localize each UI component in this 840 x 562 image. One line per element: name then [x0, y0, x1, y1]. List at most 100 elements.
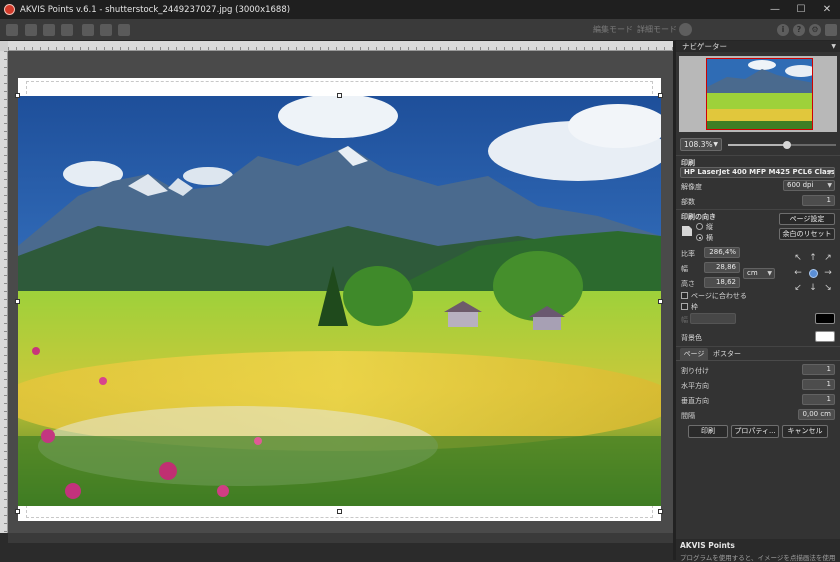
resize-handle[interactable] — [337, 93, 342, 98]
fit-to-page-checkbox[interactable] — [681, 292, 688, 299]
orientation-label: 印刷の向き — [681, 213, 716, 221]
print-icon[interactable] — [61, 24, 73, 36]
help-icon[interactable]: ? — [793, 24, 805, 36]
tab-poster[interactable]: ポスター — [710, 348, 744, 360]
toolbar: 編集モード 詳細モード i ? ⚙ — [0, 19, 840, 41]
zoom-value: 108.3% — [684, 140, 713, 149]
settings-icon[interactable]: ⚙ — [809, 24, 821, 36]
arrow-left-icon[interactable]: ← — [792, 267, 804, 279]
resize-handle[interactable] — [15, 299, 20, 304]
ruler-horizontal — [8, 41, 673, 51]
landscape-label: 横 — [706, 234, 713, 242]
width-field[interactable]: 28,86 — [704, 262, 740, 273]
preview-page — [15, 78, 663, 521]
arrow-up-icon[interactable]: ↑ — [807, 252, 819, 264]
publish-icon[interactable] — [43, 24, 55, 36]
height-field[interactable]: 18,62 — [704, 277, 740, 288]
frame-label: 枠 — [691, 303, 698, 311]
navigator-header: ナビゲーター ▼ — [676, 41, 840, 52]
copies-label: 部数 — [681, 198, 695, 206]
share-icon[interactable] — [118, 24, 130, 36]
horizontal-scrollbar[interactable] — [8, 533, 673, 543]
after-icon[interactable] — [100, 24, 112, 36]
resize-handle[interactable] — [15, 509, 20, 514]
zoom-slider-fill — [728, 144, 788, 146]
zoom-slider-handle[interactable] — [783, 141, 792, 149]
info-panel: AKVIS Points プログラムを使用すると、イメージを点描画法を使用して.… — [676, 539, 840, 562]
zoom-field[interactable]: 108.3% ▼ — [680, 138, 722, 151]
page-setup-button[interactable]: ページ設定 — [779, 213, 835, 225]
divider — [676, 155, 840, 156]
horizontal-field[interactable]: 1 — [802, 379, 835, 390]
spacing-field[interactable]: 0,00 cm — [798, 409, 835, 420]
maximize-button[interactable]: ☐ — [788, 0, 814, 19]
close-button[interactable]: ✕ — [814, 0, 840, 19]
portrait-radio[interactable] — [696, 223, 703, 230]
zoom-dropdown-icon[interactable]: ▼ — [713, 139, 718, 150]
frame-width-field — [690, 313, 736, 324]
landscape-radio[interactable] — [696, 234, 703, 241]
frame-checkbox[interactable] — [681, 303, 688, 310]
portrait-label: 縦 — [706, 223, 713, 231]
background-color-label: 背景色 — [681, 334, 702, 342]
resize-handle[interactable] — [337, 509, 342, 514]
ratio-label: 比率 — [681, 250, 695, 258]
chevron-down-icon: ▼ — [767, 270, 772, 277]
minimize-button[interactable]: — — [762, 0, 788, 19]
resolution-value: 600 dpi — [787, 181, 814, 189]
chevron-down-icon: ▼ — [827, 169, 832, 176]
preview-image[interactable] — [18, 96, 661, 506]
arrow-up-left-icon[interactable]: ↖ — [792, 252, 804, 264]
arrow-down-right-icon[interactable]: ↘ — [822, 282, 834, 294]
info-title: AKVIS Points — [680, 541, 735, 550]
open-icon[interactable] — [6, 24, 18, 36]
resize-handle[interactable] — [658, 299, 663, 304]
copies-field[interactable]: 1 — [802, 195, 835, 206]
info-icon[interactable]: i — [777, 24, 789, 36]
resize-handle[interactable] — [658, 509, 663, 514]
vertical-label: 垂直方向 — [681, 397, 709, 405]
vertical-field[interactable]: 1 — [802, 394, 835, 405]
resize-handle[interactable] — [15, 93, 20, 98]
mode-edit-button[interactable]: 編集モード — [593, 23, 633, 37]
save-icon[interactable] — [25, 24, 37, 36]
arrow-down-left-icon[interactable]: ↙ — [792, 282, 804, 294]
window-title: AKVIS Points v.6.1 - shutterstock_244923… — [20, 4, 291, 15]
unit-value: cm — [747, 269, 758, 277]
tab-underline — [676, 360, 840, 361]
settings-panel: ナビゲーター ▼ 108.3% ▼ 印刷 HP LaserJet 400 MFP… — [676, 41, 840, 562]
resolution-select[interactable]: 600 dpi ▼ — [783, 180, 835, 191]
print-preview-area[interactable] — [8, 51, 673, 533]
before-icon[interactable] — [82, 24, 94, 36]
arrow-right-icon[interactable]: → — [822, 267, 834, 279]
arrow-down-icon[interactable]: ↓ — [807, 282, 819, 294]
thumbnail-image — [707, 59, 812, 129]
frame-color-swatch[interactable] — [815, 313, 835, 324]
spacing-label: 間隔 — [681, 412, 695, 420]
navigator-title: ナビゲーター — [682, 42, 727, 51]
collapse-icon[interactable]: ▼ — [831, 41, 836, 52]
navigator-thumbnail[interactable] — [706, 58, 813, 130]
reset-margins-button[interactable]: 余白のリセット — [779, 228, 835, 240]
print-button[interactable]: 印刷 — [688, 425, 728, 438]
pages-field[interactable]: 1 — [802, 364, 835, 375]
frame-width-label: 幅 — [681, 316, 688, 324]
center-icon[interactable] — [809, 269, 818, 278]
ratio-field[interactable]: 286,4% — [704, 247, 740, 258]
mode-detail-button[interactable]: 詳細モード — [637, 23, 677, 37]
orientation-page-icon — [682, 226, 692, 236]
news-icon[interactable] — [825, 24, 837, 36]
height-label: 高さ — [681, 280, 695, 288]
printer-select[interactable]: HP LaserJet 400 MFP M425 PCL6 Class D...… — [680, 167, 835, 178]
ruler-vertical — [0, 51, 8, 533]
zoom-slider[interactable] — [728, 141, 836, 149]
arrow-up-right-icon[interactable]: ↗ — [822, 252, 834, 264]
tab-page[interactable]: ページ — [680, 348, 708, 360]
properties-button[interactable]: プロパティ... — [731, 425, 779, 438]
navigator-box[interactable] — [679, 56, 837, 132]
cancel-button[interactable]: キャンセル — [782, 425, 828, 438]
unit-select[interactable]: cm ▼ — [743, 268, 775, 279]
background-color-swatch[interactable] — [815, 331, 835, 342]
run-icon[interactable] — [679, 23, 692, 36]
resize-handle[interactable] — [658, 93, 663, 98]
